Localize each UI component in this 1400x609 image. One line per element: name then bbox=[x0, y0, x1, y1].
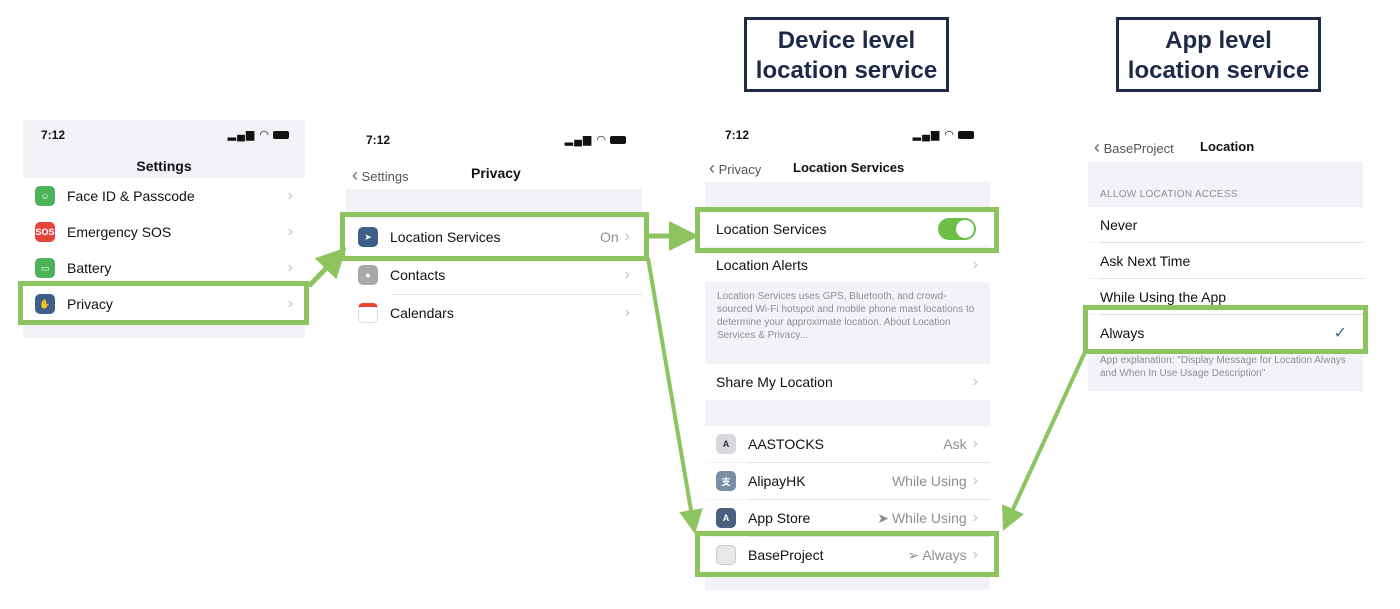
flow-arrows bbox=[307, 221, 1087, 534]
arrow-location-to-baseproject bbox=[646, 257, 703, 534]
arrow-privacy-to-location bbox=[307, 247, 347, 288]
arrow-always-to-baseproject bbox=[1002, 351, 1087, 531]
